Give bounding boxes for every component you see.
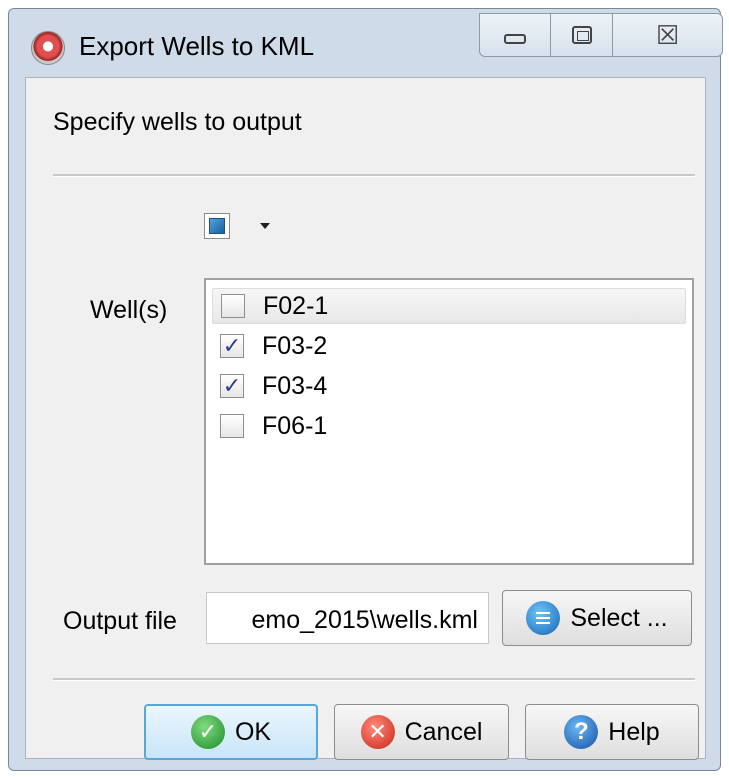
well-label: F03-2	[262, 331, 328, 360]
window-title: Export Wells to KML	[79, 31, 315, 61]
window-controls: ☒	[479, 13, 723, 59]
well-checkbox[interactable]: ✓	[220, 334, 244, 358]
output-file-value: emo_2015\wells.kml	[251, 606, 479, 634]
well-label: F03-4	[262, 371, 328, 400]
well-label: F02-1	[263, 291, 329, 320]
footer-divider	[53, 678, 695, 681]
well-checkbox[interactable]: ✓	[220, 374, 244, 398]
checkmark-icon: ✓	[222, 333, 242, 358]
minimize-icon	[504, 34, 526, 44]
export-wells-dialog: Export Wells to KML ☒ Specify wells to o…	[8, 8, 723, 771]
help-icon: ?	[564, 715, 599, 749]
list-icon	[526, 601, 561, 635]
close-button[interactable]: ☒	[613, 13, 723, 57]
well-checkbox[interactable]	[221, 294, 245, 318]
title-bar[interactable]: Export Wells to KML ☒	[9, 9, 723, 77]
cancel-button[interactable]: ✕ Cancel	[334, 704, 509, 760]
minimize-button[interactable]	[479, 13, 551, 57]
close-icon: ☒	[655, 20, 680, 50]
well-checkbox[interactable]	[220, 414, 244, 438]
ok-label: OK	[234, 717, 272, 746]
chevron-down-icon[interactable]	[260, 223, 270, 229]
select-file-button[interactable]: Select ...	[502, 590, 692, 646]
dialog-header: Specify wells to output	[53, 108, 302, 136]
maximize-button[interactable]	[551, 13, 613, 57]
cancel-label: Cancel	[404, 717, 483, 746]
output-file-field[interactable]: emo_2015\wells.kml	[206, 592, 489, 644]
list-item[interactable]: F06-1	[212, 408, 686, 444]
ok-check-icon: ✓	[190, 715, 225, 749]
cancel-icon: ✕	[360, 715, 395, 749]
maximize-icon	[571, 26, 592, 44]
well-label: F06-1	[262, 411, 328, 440]
checkmark-icon: ✓	[222, 373, 242, 398]
wells-list[interactable]: F02-1 ✓ F03-2 ✓ F03-4 F06-1	[204, 278, 694, 565]
list-item[interactable]: ✓ F03-4	[212, 368, 686, 404]
list-item[interactable]: ✓ F03-2	[212, 328, 686, 364]
select-all-checkbox-icon	[209, 218, 225, 234]
output-file-label: Output file	[63, 607, 177, 635]
ok-button[interactable]: ✓ OK	[144, 704, 318, 760]
app-logo-icon	[31, 31, 65, 65]
help-label: Help	[608, 717, 660, 746]
wells-label: Well(s)	[90, 296, 168, 324]
select-file-label: Select ...	[570, 603, 668, 632]
list-item[interactable]: F02-1	[212, 288, 686, 324]
header-divider	[53, 174, 695, 177]
help-button[interactable]: ? Help	[525, 704, 699, 760]
dialog-body: Specify wells to output Well(s) F02-1 ✓ …	[25, 77, 706, 760]
select-all-checkbox[interactable]	[204, 213, 230, 239]
